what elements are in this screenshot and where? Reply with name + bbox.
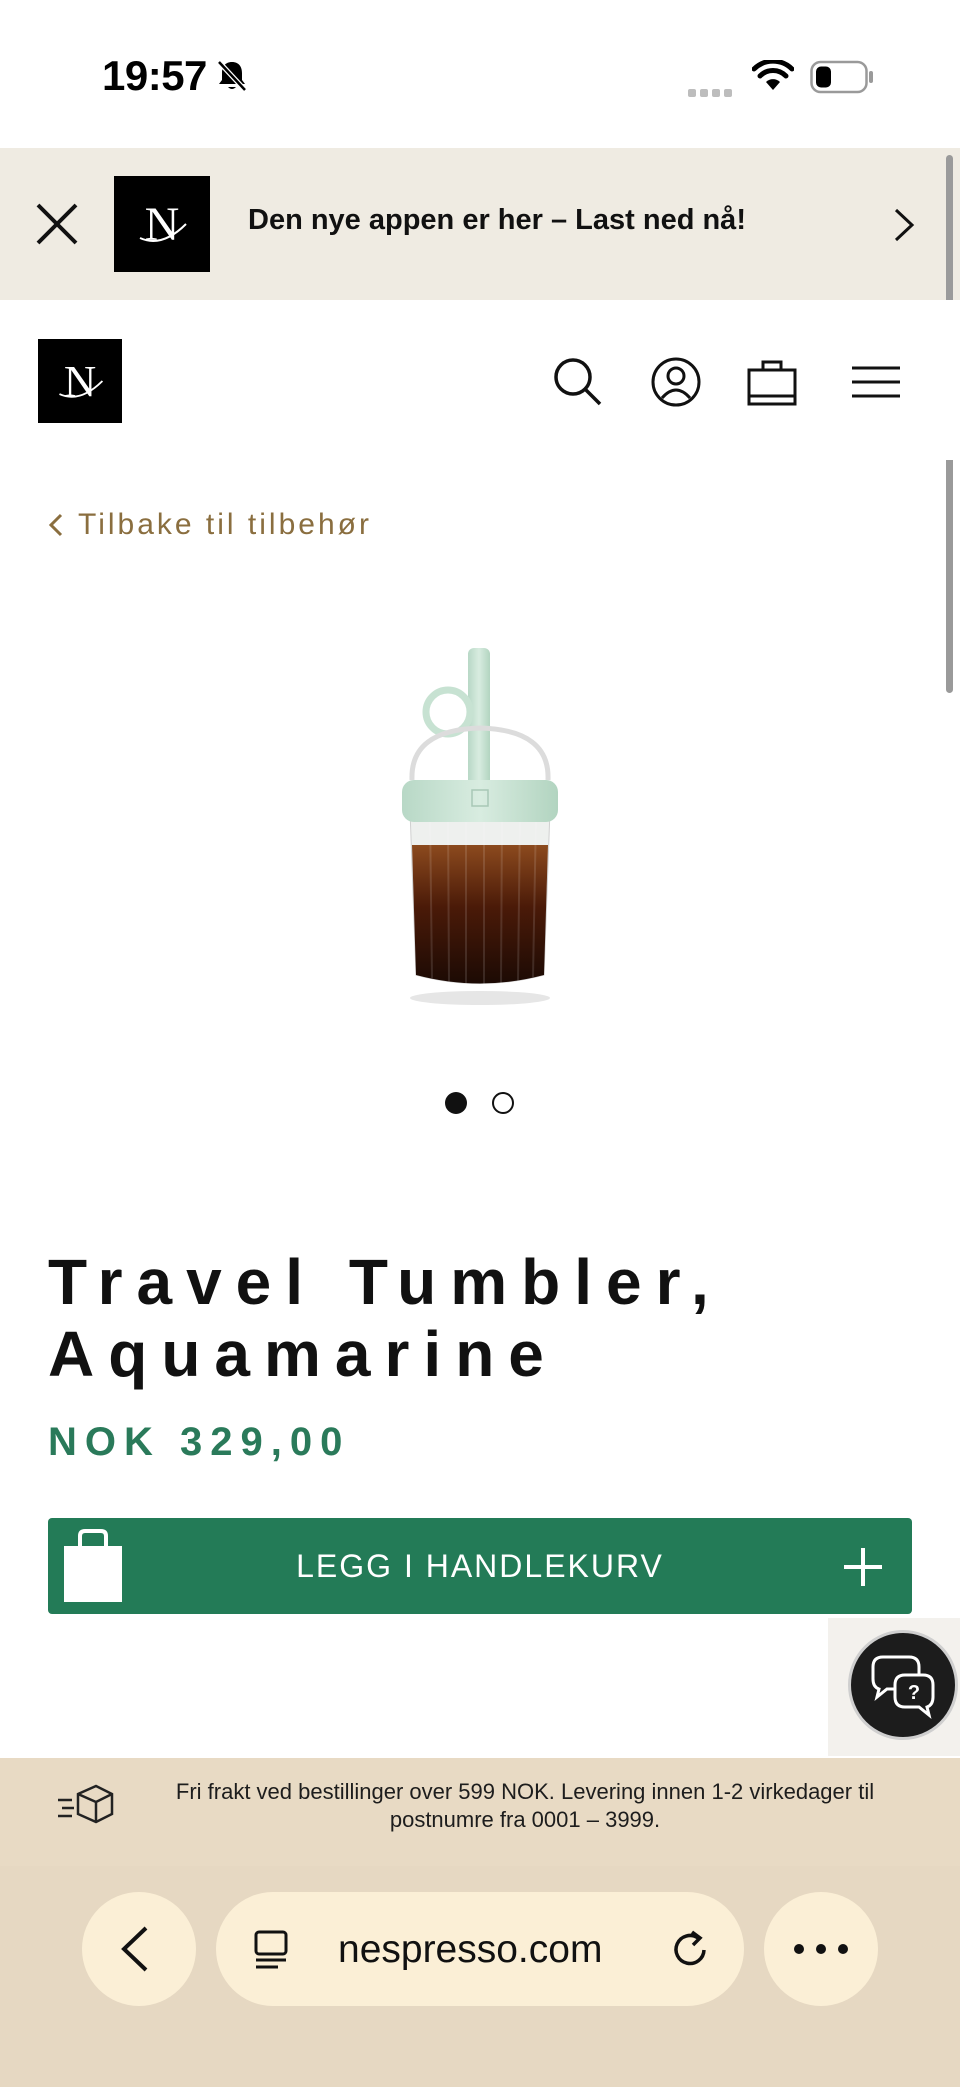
product-image[interactable] <box>380 640 580 1010</box>
plus-icon <box>844 1548 882 1586</box>
add-to-cart-button[interactable]: LEGG I HANDLEKURV <box>48 1518 912 1614</box>
carousel-dot-2[interactable] <box>492 1092 514 1114</box>
app-banner-text[interactable]: Den nye appen er her – Last ned nå! <box>248 204 746 237</box>
carousel-dot-1[interactable] <box>445 1092 467 1114</box>
browser-more-button[interactable] <box>764 1892 878 2006</box>
product-title: Travel Tumbler, Aquamarine <box>48 1246 723 1390</box>
back-icon <box>121 1926 148 1972</box>
close-icon[interactable] <box>34 201 80 247</box>
svg-text:N: N <box>145 198 180 251</box>
chat-help-icon: ? <box>871 1655 935 1719</box>
add-to-cart-label: LEGG I HANDLEKURV <box>296 1547 664 1584</box>
chevron-right-icon[interactable] <box>890 206 918 244</box>
more-icon <box>794 1944 848 1954</box>
signal-icon <box>688 84 736 102</box>
browser-back-button[interactable] <box>82 1892 196 2006</box>
chevron-left-icon <box>48 513 63 537</box>
reload-icon[interactable] <box>668 1926 714 1972</box>
battery-icon <box>810 60 873 94</box>
tabs-icon <box>254 1930 288 1969</box>
bell-muted-icon <box>217 60 247 92</box>
shipping-box-icon <box>58 1784 114 1824</box>
status-time: 19:57 <box>102 52 207 99</box>
status-bar: 19:57 <box>0 0 960 148</box>
menu-icon[interactable] <box>850 356 902 408</box>
wifi-icon <box>752 60 794 90</box>
app-download-banner[interactable]: N Den nye appen er her – Last ned nå! <box>0 148 960 300</box>
bag-icon <box>64 1529 122 1602</box>
nespresso-logo[interactable]: N <box>38 339 122 423</box>
product-price: NOK 329,00 <box>48 1420 351 1464</box>
search-icon[interactable] <box>552 356 604 408</box>
svg-text:N: N <box>64 356 96 406</box>
shipping-info-bar: Fri frakt ved bestillinger over 599 NOK.… <box>0 1758 960 1866</box>
chat-help-button[interactable]: ? <box>848 1630 958 1740</box>
back-to-accessories-link[interactable]: Tilbake til tilbehør <box>48 508 372 542</box>
shipping-info-text: Fri frakt ved bestillinger over 599 NOK.… <box>175 1779 875 1832</box>
account-icon[interactable] <box>650 356 702 408</box>
svg-text:?: ? <box>908 1682 920 1704</box>
back-link-label: Tilbake til tilbehør <box>78 508 372 541</box>
nespresso-app-logo: N <box>114 176 210 272</box>
address-bar[interactable]: nespresso.com <box>216 1892 744 2006</box>
nespresso-logo-icon: N <box>59 356 104 406</box>
url-text: nespresso.com <box>338 1928 603 1971</box>
nespresso-logo-icon: N <box>139 198 187 251</box>
site-header: N <box>0 300 960 460</box>
bag-icon[interactable] <box>746 356 798 408</box>
browser-toolbar: nespresso.com <box>0 1866 960 2087</box>
